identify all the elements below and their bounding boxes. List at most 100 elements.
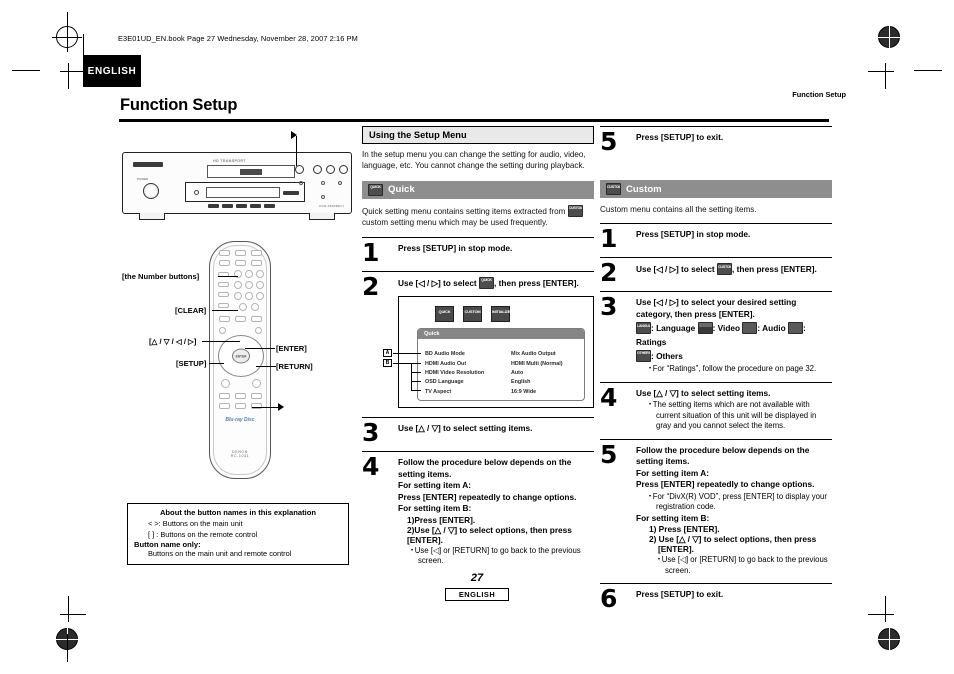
front-panel-power-knob: [143, 183, 159, 199]
page-number: 27: [470, 572, 484, 584]
remote-button-row2-mid: [235, 260, 246, 266]
quick-step-4-line-1: Follow the procedure below depends on th…: [398, 457, 572, 479]
middle-column: Using the Setup Menu In the setup menu y…: [362, 126, 594, 574]
quick-step-2: 2 Use [◁ / ▷] to select QUICK, then pres…: [362, 270, 594, 417]
front-panel-brand-logo: [133, 162, 163, 167]
remote-brand-label: DENON RC-1031: [230, 450, 250, 458]
category-label-video: : Video: [712, 323, 741, 334]
remote-number-0: [251, 303, 259, 311]
front-panel-indicator-4: [321, 195, 325, 199]
remote-enter-button: ENTER: [232, 348, 250, 364]
about-box-line-3: Button name only:: [134, 540, 201, 550]
quick-step-3: 3 Use [△ / ▽] to select setting items.: [362, 417, 594, 451]
menu-shot-row: HDMI Audio Out HDMI Multi (Normal): [425, 360, 577, 369]
category-label-language: : Language: [651, 323, 696, 334]
custom-step-3-categories: LANGUAGE: Language : Video : Audio : Rat…: [636, 322, 832, 363]
crop-line-right: [914, 70, 942, 71]
menu-shot-panel: Quick BD Audio Mode Mix Audio Output HDM…: [417, 328, 585, 402]
marker-a: A: [383, 349, 392, 358]
quick-step-5-text: Press [SETUP] to exit.: [636, 132, 724, 142]
custom-intro-text: Custom menu contains all the setting ite…: [600, 205, 757, 214]
category-label-audio: : Audio: [757, 323, 786, 334]
remote-button-row4-a: [219, 393, 230, 399]
front-panel-button-4: [339, 165, 348, 174]
callout-clear: [CLEAR]: [175, 306, 207, 315]
leader-number-buttons: [218, 276, 238, 277]
quick-intro-line-b: custom setting menu which may be used fr…: [362, 218, 548, 228]
custom-step-1: 1 Press [SETUP] in stop mode.: [600, 223, 832, 257]
leader-clear: [212, 310, 238, 311]
quick-step-4-line-6: 2)Use [△ / ▽] to select options, then pr…: [407, 524, 572, 545]
quick-step-4-note: Use [◁] or [RETURN] to go back to the pr…: [398, 546, 594, 567]
custom-step-2-icon: CUSTOM: [717, 263, 733, 276]
pointer-front-panel: [291, 131, 297, 139]
front-panel-display: [207, 165, 295, 178]
custom-step-5-line-1: Follow the procedure below depends on th…: [636, 444, 810, 467]
custom-step-5-line-5: 1) Press [ENTER].: [649, 524, 720, 535]
remote-clear-button: [239, 303, 247, 311]
page-footer: 27 ENGLISH: [0, 572, 954, 602]
language-tab: ENGLISH: [83, 55, 141, 87]
remote-button-small-b: [255, 327, 262, 334]
menu-shot-row: BD Audio Mode Mix Audio Output: [425, 350, 577, 359]
registration-mark-bottom-right: [874, 624, 904, 654]
custom-icon-inline: CUSTOM: [567, 204, 583, 217]
leader-enter: [245, 348, 275, 349]
front-panel-foot-left: [139, 213, 165, 220]
custom-step-1-number: 1: [600, 224, 618, 254]
leader-return: [256, 366, 276, 367]
page-title: Function Setup: [120, 96, 238, 114]
remote-number-5: [245, 281, 253, 289]
remote-button-top-left: [219, 250, 230, 256]
front-panel-disc-tray: [185, 182, 305, 202]
quick-step-5-number: 5: [600, 127, 618, 156]
about-box-title: About the button names in this explanati…: [159, 508, 317, 517]
front-panel-format-badges: [208, 204, 275, 208]
remote-button-row3-c: [251, 316, 262, 322]
crop-line-top: [67, 12, 68, 40]
front-panel-indicator-2: [321, 181, 325, 185]
front-panel-button-2: [313, 165, 322, 174]
registration-mark-top-right: [874, 22, 904, 52]
quick-step-2-text: Use [◁ / ▷] to select QUICK, then press …: [398, 276, 594, 289]
remote-button-small-a: [219, 327, 226, 334]
menu-shot-row-key: HDMI Audio Out: [425, 360, 467, 367]
menu-shot-row-value: 16:9 Wide: [511, 388, 537, 395]
crop-line-bottom: [67, 634, 68, 662]
remote-button-top-right: [251, 250, 262, 256]
remote-button-row-left3: [218, 292, 229, 297]
remote-button-row5-b: [235, 403, 246, 409]
custom-step-2-number: 2: [600, 258, 618, 288]
front-panel-power-label: POWER: [137, 177, 149, 181]
about-box-line-2: [ ] : Buttons on the remote control: [148, 529, 258, 539]
menu-shot-row: HDMI Video Resolution Auto: [425, 369, 577, 378]
remote-button-row4-c: [251, 393, 262, 399]
others-icon: OTHERS: [636, 349, 651, 362]
menu-shot-row-key: BD Audio Mode: [425, 351, 465, 358]
menu-shot-row-key: HDMI Video Resolution: [425, 369, 485, 376]
custom-step-4-line-1: Use [△ / ▽] to select setting items.: [636, 387, 771, 398]
remote-number-4: [234, 281, 242, 289]
menu-shot-row: TV Aspect 16:9 Wide: [425, 388, 577, 397]
leader-marker-b-row3: [411, 372, 421, 374]
ratings-icon: [787, 322, 803, 335]
leader-cursor: [202, 341, 240, 342]
leader-remote-enter-pointer: [252, 407, 279, 408]
leader-front-panel-button: [296, 136, 297, 166]
quick-icon: QUICK: [368, 183, 383, 196]
quick-step-3-number: 3: [362, 418, 380, 448]
menu-shot-row-value: Mix Audio Output: [511, 351, 556, 358]
quick-setup-menu-screenshot: QUICK CUSTOM INITIALIZE Quick BD Audio M…: [383, 296, 594, 409]
callout-number-buttons: [the Number buttons]: [122, 272, 200, 281]
leader-marker-a: [393, 353, 421, 355]
quick-step-1-text: Press [SETUP] in stop mode.: [398, 242, 513, 253]
remote-button-row3-a: [219, 316, 230, 322]
leader-marker-b-row4: [411, 381, 421, 383]
custom-step-2-text-b: , then press [ENTER].: [732, 264, 817, 275]
front-panel-button-1: [295, 165, 304, 174]
front-panel-indicator-3: [338, 181, 342, 185]
custom-step-3-number: 3: [600, 292, 618, 322]
quick-step-1-number: 1: [362, 237, 380, 267]
menu-shot-row: OSD Language English: [425, 378, 577, 387]
remote-number-8: [245, 292, 253, 300]
